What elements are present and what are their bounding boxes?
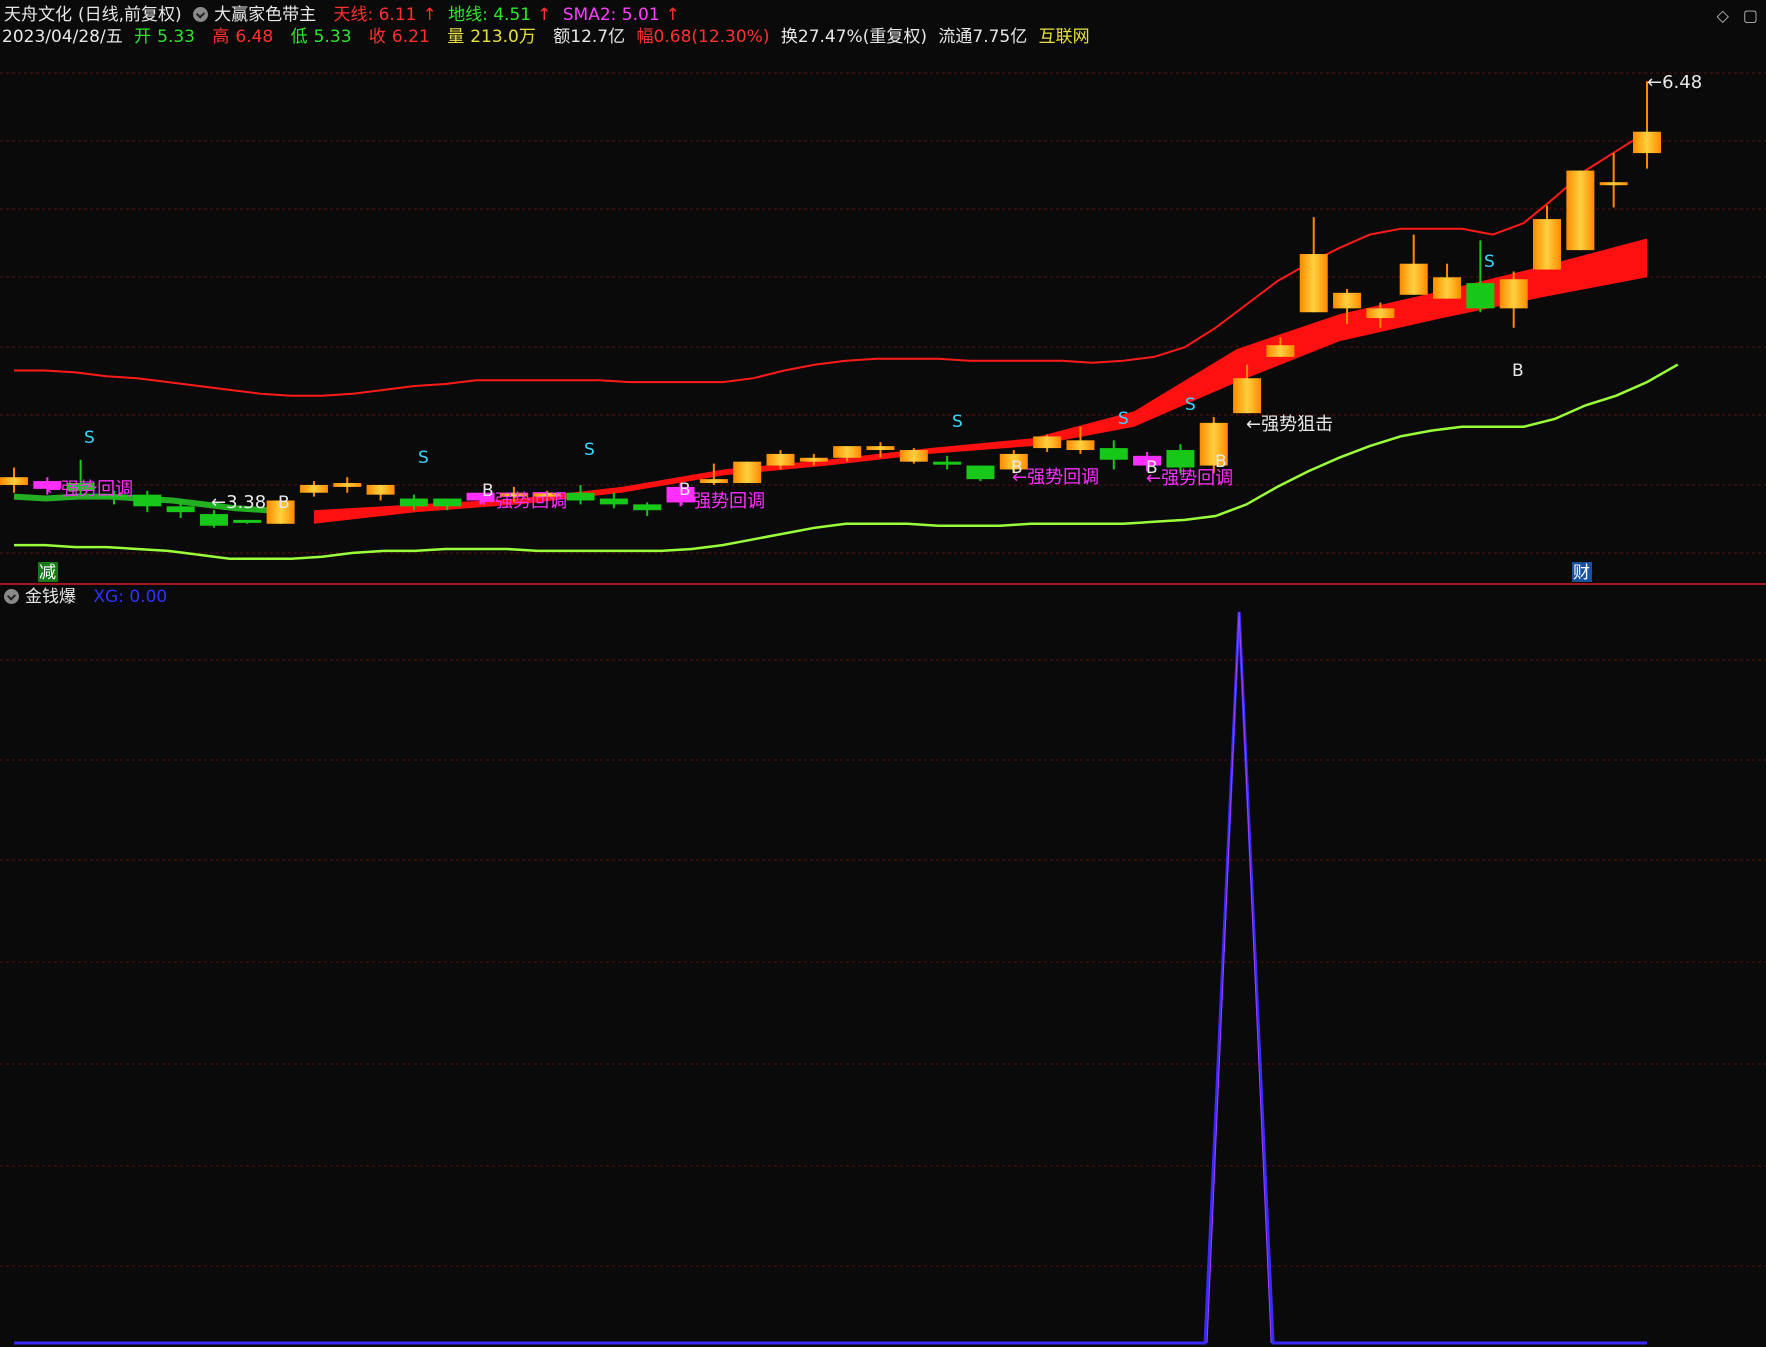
xg-spike-highlight [1206,611,1272,1344]
buy-signal: B [1215,452,1227,472]
chart-canvas[interactable]: S←强势回调←3.38 BSB←强势回调SB←强势回调SB←强势回调SB←强势回调… [0,0,1766,1347]
candle [1633,81,1661,169]
candle-body [1599,182,1628,186]
candle-body [133,494,162,507]
candle-body [1166,450,1195,468]
annotation-label: ←强势回调 [678,491,765,512]
candle [599,492,628,509]
candle-body [1066,440,1095,451]
candle-body [566,492,595,501]
candle [1499,271,1528,328]
sell-signal: S [1185,395,1196,415]
candle [933,455,962,470]
candle-body [1433,277,1462,299]
upper-band-line [14,130,1648,397]
candle-body [1499,279,1528,309]
candle-body [1099,448,1128,460]
candle-body [733,461,762,484]
candle-body [0,477,28,485]
candle [733,461,762,484]
candle-body [599,498,628,505]
candle-body [433,498,462,507]
candle-body [966,465,995,480]
buy-signal: B [1512,361,1524,381]
candle-body [1566,170,1595,251]
candle-body [1233,378,1262,414]
candle [366,484,395,501]
candle-body [766,453,795,466]
annotation-label: ←强势回调 [1012,467,1099,488]
candle-body [1466,283,1495,309]
candle-body [399,498,428,507]
candle-body [699,479,728,484]
candle-body [199,514,228,526]
candle-body [333,483,362,487]
candle-body [1533,219,1562,270]
sell-signal: S [418,448,429,468]
candle [566,484,595,505]
candle-body [1366,308,1395,319]
sell-signal: S [1118,409,1129,429]
candle-body [299,484,328,493]
buy-signal: B [278,493,290,513]
candle-body [833,446,862,458]
sell-signal: S [84,428,95,448]
sell-signal: S [1484,252,1495,272]
candle [1399,234,1428,295]
candle-body [366,484,395,495]
candle-body [799,457,828,462]
candle [233,519,262,524]
candle-body [1299,254,1328,313]
candle-body [233,519,262,523]
candle [1299,217,1328,313]
xg-spike-line [14,611,1647,1345]
candle [1533,205,1562,270]
annotation-label: ←强势回调 [46,479,133,500]
candle [0,467,28,493]
candle-body [933,461,962,465]
candle-body [1266,345,1295,357]
candle [1599,153,1628,208]
candle [1033,434,1062,452]
candle [633,502,662,517]
candle-body [1399,263,1428,295]
badge-label: 财 [1573,563,1590,583]
candle-body [866,446,895,451]
candle-body [166,506,195,513]
badge-label: 减 [39,563,56,583]
sell-signal: S [584,440,595,460]
candle-body [633,504,662,511]
annotation-label: ←3.38 [211,492,266,513]
candle [1433,263,1462,299]
candle-body [899,450,928,462]
candle-body [1033,436,1062,449]
annotation-label: ←强势狙击 [1246,414,1333,435]
candle [1099,440,1128,470]
candle [966,465,995,482]
candle [899,448,928,464]
annotation-label: ←6.48 [1647,72,1702,93]
candle-body [1333,292,1362,309]
candle [299,481,328,497]
sell-signal: S [952,412,963,432]
candle [1566,170,1595,251]
candle [133,490,162,513]
candle [333,477,362,493]
annotation-label: ←强势回调 [480,491,567,512]
candle-body [1633,131,1661,154]
